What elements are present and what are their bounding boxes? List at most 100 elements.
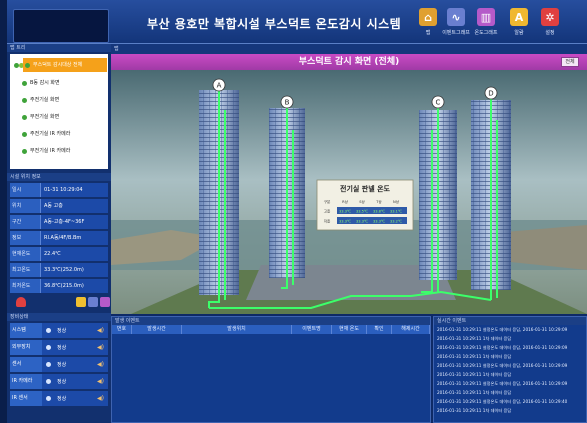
- column-header[interactable]: 발생시간: [132, 325, 182, 334]
- info-row-max-temp: 최고온도 33.3℃(252.0m): [10, 263, 108, 277]
- panel-temp-cell: 33.1℃: [390, 210, 402, 214]
- app-title: 부산 용호만 복합시설 부스덕트 온도감시 시스템: [147, 17, 402, 31]
- log-line: 2016-01-31 10:29:11 설정온도 데이터 응답, 2016-01…: [437, 399, 568, 404]
- tree-node-icon: [22, 98, 27, 103]
- toolbar-map-button[interactable]: ⌂ 맵: [413, 8, 443, 36]
- left-panel: 맵 트리 부스덕트 감시대상 전체 B동 감시 화면 주전기실 화면 부전기실 …: [7, 44, 111, 423]
- toolbar-temperature-graph-button[interactable]: ▥ 온도그래프: [471, 8, 501, 36]
- building-label-d[interactable]: D: [484, 86, 498, 100]
- info-row-section: 구간 A동-고층-4F~36F: [10, 215, 108, 229]
- panel-row-label: 고층: [324, 209, 331, 214]
- logo-panel: [13, 9, 109, 43]
- panel-temperature-table: 전기실 판넬 온도 구분 R상 S상 T상 N상 고층 33.3℃ 33.5℃: [316, 179, 414, 231]
- panel-temp-cell: 33.3℃: [339, 210, 351, 214]
- speaker-icon[interactable]: ◀): [97, 344, 104, 351]
- status-dot-icon: [46, 379, 51, 384]
- building-scene: A B C D 전기실 판넬 온도 구분 R상 S상 T상 N상 고층 33.3…: [111, 70, 587, 314]
- equip-row-ir-sensor[interactable]: IR 센서 정상 ◀): [10, 391, 108, 406]
- panel-temp-cell: 33.8℃: [373, 210, 385, 214]
- speaker-icon[interactable]: ◀): [97, 395, 104, 402]
- action-icon-strip: [10, 295, 110, 311]
- svg-text:B: B: [285, 99, 290, 107]
- log-line: 2016-01-31 10:29:11 설정온도 데이터 응답, 2016-01…: [437, 345, 568, 350]
- status-dot-icon: [46, 396, 51, 401]
- tree-node-icon: [22, 149, 27, 154]
- panel-temperature-title: 전기실 판넬 온도: [340, 184, 391, 193]
- settings-icon: ✲: [541, 8, 559, 26]
- speaker-icon[interactable]: ◀): [97, 361, 104, 368]
- toolbar-settings-button[interactable]: ✲ 설정: [535, 8, 565, 36]
- building-label-b[interactable]: B: [280, 95, 294, 109]
- toolbar-event-graph-button[interactable]: ∿ 이벤트그래프: [441, 8, 471, 36]
- speaker-icon[interactable]: ◀): [97, 327, 104, 334]
- chart-icon[interactable]: [88, 297, 98, 307]
- speaker-icon[interactable]: ◀): [97, 378, 104, 385]
- alarm-icon: A: [510, 8, 528, 26]
- tree-node-icon: [22, 132, 27, 137]
- log-line: 2016-01-31 10:29:11 1차 데이터 응답: [437, 336, 512, 341]
- view-all-button[interactable]: 전체: [561, 57, 579, 67]
- status-dot-icon: [46, 345, 51, 350]
- view-title: 부스덕트 감시 화면 (전체): [298, 57, 400, 67]
- bottom-area: 발생 이벤트 번호 발생시간 발생위치 이벤트명 현재 온도 확인 해제시간 실…: [111, 316, 587, 423]
- building-label-c[interactable]: C: [431, 95, 445, 109]
- info-header: 시설 위치 정보: [7, 173, 111, 181]
- equip-row-external[interactable]: 외부장치 정상 ◀): [10, 340, 108, 355]
- map-header: 맵: [111, 44, 587, 54]
- event-table: 발생 이벤트 번호 발생시간 발생위치 이벤트명 현재 온도 확인 해제시간: [111, 316, 431, 423]
- panel-row-label: 저층: [324, 219, 331, 224]
- tree-item-b-building[interactable]: B동 감시 화면: [20, 76, 60, 90]
- info-row-time: 일시 01-31 10:29:04: [10, 183, 108, 197]
- list-icon[interactable]: [100, 297, 110, 307]
- tree-node-icon: [22, 115, 27, 120]
- panel-header-cell: 구분: [324, 199, 331, 204]
- log-line: 2016-01-31 10:29:11 1차 데이터 응답: [437, 372, 512, 377]
- map-icon: ⌂: [419, 8, 437, 26]
- panel-header-cell: N상: [393, 199, 400, 204]
- log-line: 2016-01-31 10:29:11 1차 데이터 응답: [437, 354, 512, 359]
- column-header[interactable]: 해제시간: [392, 325, 430, 334]
- equip-header: 장비상태: [7, 313, 111, 321]
- header-bar: 부산 용호만 복합시설 부스덕트 온도감시 시스템 ⌂ 맵 ∿ 이벤트그래프 ▥…: [7, 0, 587, 44]
- log-line: 2016-01-31 10:29:11 1차 데이터 응답: [437, 390, 512, 395]
- status-dot-icon: [46, 362, 51, 367]
- panel-header-cell: S상: [359, 199, 365, 204]
- event-table-header: 발생 이벤트: [112, 317, 430, 325]
- column-header[interactable]: 번호: [112, 325, 132, 334]
- alert-icon[interactable]: [16, 297, 26, 307]
- tree-item-sub-ir-camera[interactable]: 부전기실 IR 카메라: [20, 144, 70, 158]
- panel-header-cell: T상: [375, 199, 382, 204]
- tree-item-main-ir-camera[interactable]: 주전기실 IR 카메라: [20, 127, 70, 141]
- tree-item-main-electric-room[interactable]: 주전기실 화면: [20, 93, 59, 107]
- main-panel: 맵 부스덕트 감시 화면 (전체) 전체 A B C D 전기실 판넬 온도 구…: [111, 44, 587, 423]
- log-line: 2016-01-31 10:29:11 설정온도 데이터 응답, 2016-01…: [437, 327, 568, 332]
- panel-temp-cell: 33.2℃: [390, 220, 402, 224]
- event-graph-icon: ∿: [447, 8, 465, 26]
- building-label-a[interactable]: A: [212, 78, 226, 92]
- column-header[interactable]: 발생위치: [182, 325, 292, 334]
- panel-temp-cell: 33.3℃: [373, 220, 385, 224]
- panel-temp-cell: 33.3℃: [339, 220, 351, 224]
- panel-header-cell: R상: [342, 199, 348, 204]
- note-icon[interactable]: [76, 297, 86, 307]
- equip-row-sensor[interactable]: 센서 정상 ◀): [10, 357, 108, 372]
- log-line: 2016-01-31 10:29:11 설정온도 데이터 응답, 2016-01…: [437, 363, 568, 368]
- toolbar-alarm-button[interactable]: A 알람: [504, 8, 534, 36]
- realtime-log: 실시간 이벤트 2016-01-31 10:29:11 설정온도 데이터 응답,…: [433, 316, 587, 423]
- info-row-location: 위치 A동 고층: [10, 199, 108, 213]
- temperature-graph-icon: ▥: [477, 8, 495, 26]
- log-line: 2016-01-31 10:29:11 1차 데이터 응답: [437, 408, 512, 413]
- tree-item-overview[interactable]: 부스덕트 감시대상 전체: [23, 58, 107, 72]
- equip-row-ir-camera[interactable]: IR 카메라 정상 ◀): [10, 374, 108, 389]
- event-table-columns: 번호 발생시간 발생위치 이벤트명 현재 온도 확인 해제시간: [112, 325, 430, 334]
- panel-temp-cell: 33.3℃: [356, 220, 368, 224]
- map-tree: 부스덕트 감시대상 전체 B동 감시 화면 주전기실 화면 부전기실 화면 주전…: [10, 54, 108, 169]
- scene-graphic: A B C D 전기실 판넬 온도 구분 R상 S상 T상 N상 고층 33.3…: [111, 70, 587, 314]
- column-header[interactable]: 이벤트명: [292, 325, 332, 334]
- column-header[interactable]: 확인: [367, 325, 392, 334]
- equip-row-system[interactable]: 시스템 정상 ◀): [10, 323, 108, 338]
- column-header[interactable]: 현재 온도: [332, 325, 367, 334]
- tree-item-sub-electric-room[interactable]: 부전기실 화면: [20, 110, 59, 124]
- svg-text:C: C: [436, 99, 441, 107]
- tree-header: 맵 트리: [7, 44, 111, 52]
